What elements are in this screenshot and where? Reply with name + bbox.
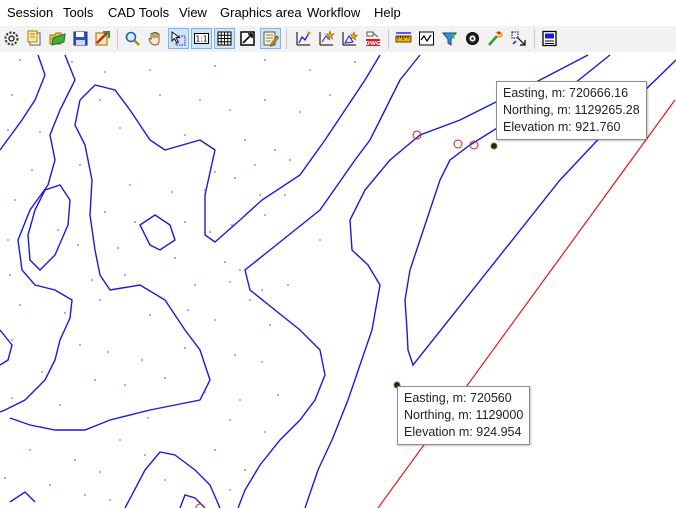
contour-line [124, 451, 221, 508]
pan-hand-icon[interactable] [145, 28, 166, 49]
export-icon[interactable] [92, 28, 113, 49]
profile-chart-icon[interactable] [416, 28, 437, 49]
tooltip-easting: Easting, m: 720560 [404, 391, 512, 405]
fit-extent-icon[interactable] [237, 28, 258, 49]
svg-text:DWG: DWG [365, 41, 381, 47]
contour-line [9, 99, 211, 431]
toolbar: 1:1 DWG [0, 26, 676, 53]
selected-vertex-markers [195, 130, 479, 508]
toolbar-separator [534, 29, 535, 49]
coordinate-tooltip: Easting, m: 720560 Northing, m: 1129000 … [397, 386, 531, 445]
zoom-magnifier-icon[interactable] [122, 28, 143, 49]
open-folder-icon[interactable] [47, 28, 68, 49]
menu-view[interactable]: View [179, 5, 207, 20]
contour-line [179, 494, 206, 508]
path-wand-icon[interactable] [485, 28, 506, 49]
survey-points [4, 59, 356, 501]
zoom-1-1-icon[interactable]: 1:1 [191, 28, 212, 49]
contour-line [27, 184, 71, 271]
select-pick-icon[interactable] [168, 28, 189, 49]
menu-tools[interactable]: Tools [63, 5, 93, 20]
contour-line [79, 54, 381, 243]
tooltip-elevation: Elevation m: 924.954 [404, 425, 522, 439]
contour-line [0, 329, 13, 366]
contour-line [139, 214, 176, 251]
settings-gear-icon[interactable] [1, 28, 22, 49]
triangulate-icon[interactable] [339, 28, 360, 49]
menu-bar: Session Tools CAD Tools View Graphics ar… [0, 0, 676, 26]
menu-session[interactable]: Session [7, 5, 53, 20]
toolbar-separator [117, 29, 118, 49]
transform-icon[interactable] [508, 28, 529, 49]
tooltip-elevation: Elevation m: 921.760 [503, 120, 621, 134]
edit-layer-icon[interactable] [260, 28, 281, 49]
contour-line [9, 491, 36, 503]
contour-line [0, 54, 46, 151]
measure-ruler-icon[interactable] [393, 28, 414, 49]
new-document-icon[interactable] [24, 28, 45, 49]
tooltip-northing: Northing, m: 1129000 [404, 408, 524, 422]
tooltip-easting: Easting, m: 720666.16 [503, 86, 629, 100]
coordinate-tooltip: Easting, m: 720666.16 Northing, m: 11292… [496, 81, 647, 140]
tooltip-northing: Northing, m: 1129265.28 [503, 103, 640, 117]
grid-icon[interactable] [214, 28, 235, 49]
menu-graphics-area[interactable]: Graphics area [220, 5, 302, 20]
dwg-export-icon[interactable]: DWG [362, 28, 383, 49]
svg-text:1:1: 1:1 [195, 35, 207, 44]
menu-help[interactable]: Help [374, 5, 401, 20]
picked-point-marker [490, 142, 498, 150]
toolbar-separator [286, 29, 287, 49]
boundary-line [377, 99, 676, 508]
contour-lines-icon[interactable] [293, 28, 314, 49]
toolbar-separator [388, 29, 389, 49]
target-cog-icon[interactable] [462, 28, 483, 49]
save-disk-icon[interactable] [70, 28, 91, 49]
add-points-icon[interactable] [316, 28, 337, 49]
menu-cad-tools[interactable]: CAD Tools [108, 5, 169, 20]
menu-workflow[interactable]: Workflow [307, 5, 360, 20]
properties-panel-icon[interactable] [539, 28, 560, 49]
filter-funnel-icon[interactable] [439, 28, 460, 49]
contour-line [237, 54, 421, 508]
